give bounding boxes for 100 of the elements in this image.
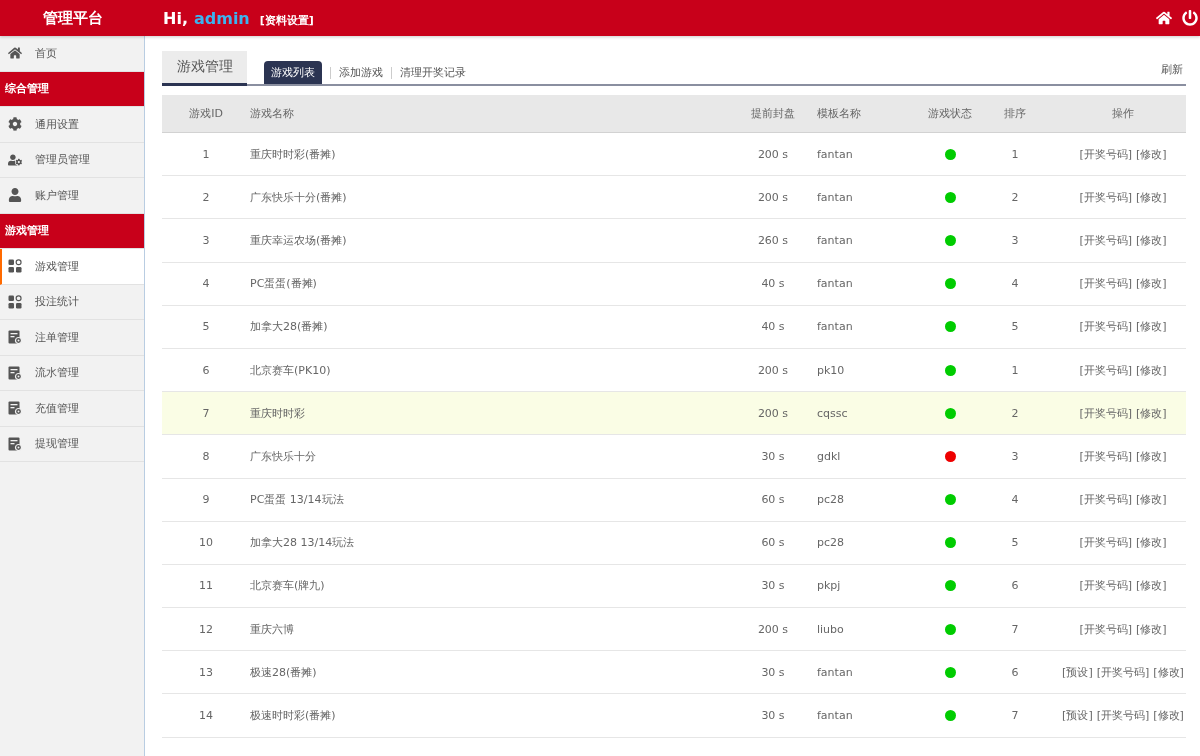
action-link[interactable]: [开奖号码] (1096, 664, 1150, 680)
user-icon (8, 188, 22, 203)
action-link[interactable]: [开奖号码] (1079, 621, 1132, 637)
action-link[interactable]: [开奖号码] (1079, 189, 1132, 205)
sidebar-item-label: 账户管理 (35, 187, 79, 203)
template-name-text: pc28 (817, 536, 845, 550)
game-name-text: PC蛋蛋(番摊) (250, 276, 317, 292)
sidebar-section-title: 综合管理 (0, 71, 144, 107)
id-text: 11 (199, 579, 213, 593)
page-title: 游戏管理 (162, 51, 247, 86)
action-link[interactable]: [修改] (1136, 578, 1167, 594)
sort-order-text: 5 (1011, 536, 1019, 550)
id-text: 2 (202, 190, 210, 204)
action-link[interactable]: [开奖号码] (1079, 405, 1132, 421)
close-time-text: 200 s (757, 147, 789, 161)
column-header: 操作 (1111, 106, 1135, 122)
action-link[interactable]: [修改] (1136, 492, 1167, 508)
action-link[interactable]: [开奖号码] (1079, 146, 1132, 162)
id-text: 14 (199, 709, 213, 723)
action-link[interactable]: [修改] (1136, 319, 1167, 335)
template-name-text: fantan (817, 665, 853, 679)
action-link[interactable]: [修改] (1136, 448, 1167, 464)
power-icon[interactable] (1182, 10, 1198, 26)
close-time-text: 30 s (761, 579, 785, 593)
tab[interactable]: 添加游戏 (339, 61, 383, 84)
action-link[interactable]: [开奖号码] (1079, 535, 1132, 551)
template-name-text: pc28 (817, 493, 845, 507)
sidebar-section-title: 游戏管理 (0, 213, 144, 249)
close-time-text: 60 s (761, 493, 785, 507)
close-time-text: 200 s (757, 363, 789, 377)
action-link[interactable]: [修改] (1153, 708, 1184, 724)
close-time-text: 30 s (761, 709, 785, 723)
sidebar-item[interactable]: 游戏管理 (0, 249, 144, 285)
game-name-text: PC蛋蛋 13/14玩法 (250, 492, 344, 508)
game-name-text: 重庆六博 (250, 621, 294, 637)
refresh-link[interactable]: 刷新 (1161, 62, 1183, 77)
id-text: 13 (199, 665, 213, 679)
id-text: 1 (202, 147, 210, 161)
sidebar-item-label: 流水管理 (35, 365, 79, 381)
action-link[interactable]: [修改] (1136, 232, 1167, 248)
id-text: 4 (202, 277, 210, 291)
action-link[interactable]: [修改] (1136, 276, 1167, 292)
id-text: 3 (202, 233, 210, 247)
action-link[interactable]: [修改] (1136, 362, 1167, 378)
sort-order-text: 1 (1011, 363, 1019, 377)
template-name-text: fantan (817, 277, 853, 291)
action-link[interactable]: [开奖号码] (1079, 319, 1132, 335)
close-time-text: 200 s (757, 622, 789, 636)
template-name-text: liubo (817, 622, 844, 636)
sidebar-item-label: 注单管理 (35, 329, 79, 345)
action-link[interactable]: [开奖号码] (1079, 492, 1132, 508)
action-link[interactable]: [修改] (1136, 405, 1167, 421)
game-name-text: 北京赛车(PK10) (250, 362, 331, 378)
action-link[interactable]: [开奖号码] (1079, 362, 1132, 378)
sort-order-text: 3 (1011, 449, 1019, 463)
greeting-text: Hi, (163, 8, 188, 28)
sidebar-item-label: 首页 (35, 45, 57, 61)
id-text: 5 (202, 320, 210, 334)
id-text: 12 (199, 622, 213, 636)
template-name-text: fantan (817, 147, 853, 161)
id-text: 6 (202, 363, 210, 377)
game-name-text: 重庆时时彩 (250, 405, 305, 421)
action-link[interactable]: [开奖号码] (1079, 448, 1132, 464)
action-link[interactable]: [修改] (1153, 664, 1184, 680)
action-link[interactable]: [开奖号码] (1096, 708, 1150, 724)
sort-order-text: 7 (1011, 622, 1019, 636)
game-name-text: 重庆时时彩(番摊) (250, 146, 336, 162)
username-text: admin (193, 8, 250, 28)
close-time-text: 200 s (757, 406, 789, 420)
home-icon (8, 46, 22, 61)
tab[interactable]: 清理开奖记录 (400, 61, 466, 84)
template-name-text: fantan (817, 709, 853, 723)
action-link[interactable]: [修改] (1136, 146, 1167, 162)
action-link[interactable]: [开奖号码] (1079, 578, 1132, 594)
document-icon (8, 401, 22, 416)
action-link[interactable]: [修改] (1136, 621, 1167, 637)
grid-icon (8, 294, 22, 309)
sidebar-item-label: 投注统计 (35, 294, 79, 310)
action-link[interactable]: [预设] (1062, 708, 1093, 724)
sort-order-text: 6 (1011, 665, 1019, 679)
column-header: 提前封盘 (750, 106, 796, 122)
game-name-text: 极速时时彩(番摊) (250, 708, 336, 724)
close-time-text: 200 s (757, 190, 789, 204)
game-name-text: 重庆幸运农场(番摊) (250, 232, 347, 248)
action-link[interactable]: [修改] (1136, 535, 1167, 551)
close-time-text: 260 s (757, 233, 789, 247)
home-icon[interactable] (1156, 10, 1172, 26)
action-link[interactable]: [修改] (1136, 189, 1167, 205)
sidebar-item-label: 游戏管理 (35, 258, 79, 274)
tab[interactable]: 游戏列表 (264, 61, 322, 84)
sort-order-text: 7 (1011, 709, 1019, 723)
user-gear-icon (8, 152, 22, 167)
template-name-text: fantan (817, 320, 853, 334)
game-name-text: 广东快乐十分(番摊) (250, 189, 347, 205)
sidebar-item-label: 通用设置 (35, 116, 79, 132)
action-link[interactable]: [开奖号码] (1079, 276, 1132, 292)
profile-settings-link[interactable]: [资料设置] (259, 12, 314, 28)
action-link[interactable]: [预设] (1062, 664, 1093, 680)
action-link[interactable]: [开奖号码] (1079, 232, 1132, 248)
close-time-text: 40 s (761, 320, 785, 334)
